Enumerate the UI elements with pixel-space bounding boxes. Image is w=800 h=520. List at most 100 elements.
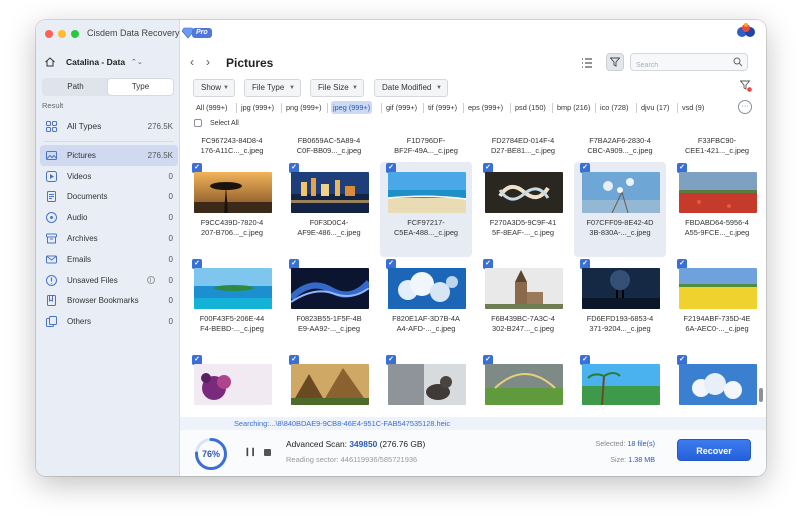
file-tile[interactable]: ✓ F0823B55-1F5F-4B E9-AA92-..._c.jpeg — [283, 258, 375, 353]
file-name-line1: FD2784ED-014F-4 — [491, 136, 555, 145]
file-name-line1: F00F43F5-206E-44 — [199, 314, 265, 323]
file-tile[interactable]: ✓ F270A3D5-9C9F-41 5F-8EAF-..._c.jpeg — [477, 162, 569, 257]
divider — [552, 103, 553, 113]
sidebar-item-label: Others — [67, 317, 92, 327]
file-name-line1: F0F3D0C4- — [309, 218, 349, 227]
file-size-dropdown[interactable]: File Size ▼ — [310, 79, 364, 97]
segment-type[interactable]: Type — [108, 79, 173, 95]
file-name-line2: AF9E-486..._c.jpeg — [297, 228, 361, 237]
sidebar-item-unsaved-files[interactable]: Unsaved Files i 0 — [40, 270, 178, 291]
ext-bmp[interactable]: bmp (216) — [555, 101, 592, 114]
app-window: Cisdem Data Recovery Catalina - Data ⌃⌄ … — [36, 20, 766, 476]
ext-all[interactable]: All (999+) — [194, 101, 229, 114]
more-extensions-button[interactable]: ··· — [738, 100, 752, 114]
sidebar-item-emails[interactable]: Emails 0 — [40, 249, 178, 270]
file-name-line2: 302-B247..._c.jpeg — [491, 324, 555, 333]
sidebar-item-all-types[interactable]: All Types 276.5K — [40, 115, 178, 137]
grid-scrollbar[interactable] — [759, 132, 764, 414]
selected-value: 18 file(s) — [627, 439, 655, 448]
scan-count: 349850 — [349, 439, 378, 449]
sidebar-item-label: Archives — [67, 234, 98, 244]
ext-jpg[interactable]: jpg (999+) — [239, 101, 276, 114]
file-tile[interactable]: F7BA2AF6-2830-4 CBC-A909..._c.jpeg — [574, 136, 666, 158]
reading-sector: Reading sector: 446119936/585721936 — [286, 455, 418, 464]
sidebar-item-label: All Types — [67, 121, 102, 131]
ext-djvu[interactable]: djvu (17) — [639, 101, 671, 114]
file-name-line2: CEE1-421..._c.jpeg — [684, 146, 750, 155]
file-tile[interactable]: ✓ F6B439BC-7A3C-4 302-B247..._c.jpeg — [477, 258, 569, 353]
file-tile[interactable]: FC967243-84D8-4 176-A11C..._c.jpeg — [186, 136, 278, 158]
sidebar-item-label: Emails — [67, 254, 92, 264]
zoom-window-button[interactable] — [71, 30, 79, 38]
forward-arrow-icon[interactable]: › — [206, 55, 210, 69]
file-name-line2: A4-AFD-..._c.jpeg — [396, 324, 456, 333]
file-tile[interactable]: ✓ FBDABD64-5956-4 A55-9FCE..._c.jpeg — [671, 162, 763, 257]
sidebar-item-archives[interactable]: Archives 0 — [40, 228, 178, 249]
document-icon — [46, 191, 57, 203]
file-tile[interactable]: FB0659AC-5A89-4 C0F-BB09..._c.jpeg — [283, 136, 375, 158]
show-dropdown[interactable]: Show ▼ — [193, 79, 235, 97]
list-view-icon[interactable] — [580, 56, 594, 70]
segment-path[interactable]: Path — [43, 79, 108, 95]
file-tile[interactable]: F1D796DF- BF2F-49A..._c.jpeg — [380, 136, 472, 158]
search-input[interactable] — [631, 57, 726, 74]
ext-png[interactable]: png (999+) — [284, 101, 324, 114]
file-name-line1: FB0659AC-5A89-4 — [297, 136, 361, 145]
file-tile[interactable]: ✓ — [477, 354, 569, 414]
sidebar-item-count: 0 — [168, 254, 173, 264]
file-tile[interactable]: ✓ — [283, 354, 375, 414]
file-tile[interactable]: F33FBC90- CEE1-421..._c.jpeg — [671, 136, 763, 158]
ext-tif[interactable]: tif (999+) — [426, 101, 459, 114]
stop-button[interactable] — [264, 449, 271, 456]
drive-selector[interactable]: Catalina - Data ⌃⌄ — [44, 54, 174, 70]
dropdown-label: Date Modified — [382, 83, 432, 92]
file-tile[interactable]: ✓ FD6EFD193-6853-4 371-9204..._c.jpeg — [574, 258, 666, 353]
sidebar-item-label: Videos — [67, 171, 92, 181]
scan-prefix: Advanced Scan: — [286, 439, 350, 449]
file-tile[interactable]: ✓ F0F3D0C4- AF9E-486..._c.jpeg — [283, 162, 375, 257]
recover-button[interactable]: Recover — [677, 439, 751, 461]
file-tile[interactable]: ✓ — [380, 354, 472, 414]
info-icon[interactable]: i — [146, 276, 155, 285]
file-tile[interactable]: ✓ — [671, 354, 763, 414]
file-tile[interactable]: ✓ — [574, 354, 666, 414]
file-tile[interactable]: ✓ F07CFF09-8E42-4D 3B-830A-..._c.jpeg — [574, 162, 666, 257]
email-icon — [46, 254, 57, 265]
file-tile[interactable]: ✓ — [186, 354, 278, 414]
back-arrow-icon[interactable]: ‹ — [190, 55, 194, 69]
file-name-line1: F9CC439D-7820-4 — [200, 218, 264, 227]
file-tile[interactable]: ✓ F820E1AF-3D7B-4A A4-AFD-..._c.jpeg — [380, 258, 472, 353]
sidebar-item-label: Browser Bookmarks — [67, 296, 139, 306]
sidebar-item-audio[interactable]: Audio 0 — [40, 207, 178, 228]
close-window-button[interactable] — [45, 30, 53, 38]
clear-filter-icon[interactable] — [740, 80, 752, 92]
sidebar-item-browser-bookmarks[interactable]: Browser Bookmarks 0 — [40, 291, 178, 312]
scan-progress-ring: 76% — [194, 437, 228, 471]
minimize-window-button[interactable] — [58, 30, 66, 38]
sidebar-item-pictures[interactable]: Pictures 276.5K — [40, 145, 178, 166]
select-all-checkbox[interactable]: Select All — [194, 119, 239, 127]
file-tile[interactable]: ✓ F00F43F5-206E-44 F4-BEBD-..._c.jpeg — [186, 258, 278, 353]
file-tile[interactable]: ✓ F2194ABF-735D-4E 6A-AEC0-..._c.jpeg — [671, 258, 763, 353]
ext-gif[interactable]: gif (999+) — [384, 101, 419, 114]
ext-psd[interactable]: psd (150) — [513, 101, 548, 114]
file-tile[interactable]: ✓ F9CC439D-7820-4 207-B706..._c.jpeg — [186, 162, 278, 257]
divider — [327, 103, 328, 113]
sidebar-item-documents[interactable]: Documents 0 — [40, 187, 178, 208]
ext-vsd[interactable]: vsd (9) — [680, 101, 706, 114]
audio-icon — [46, 212, 57, 224]
filter-toggle-button[interactable] — [606, 53, 624, 71]
sidebar-item-others[interactable]: Others 0 — [40, 311, 178, 332]
scrollbar-thumb[interactable] — [759, 388, 763, 402]
pause-button[interactable]: ❙❙ — [244, 447, 256, 456]
ext-ico[interactable]: ico (728) — [598, 101, 630, 114]
date-modified-dropdown[interactable]: Date Modified ▼ — [374, 79, 448, 97]
sidebar-item-videos[interactable]: Videos 0 — [40, 166, 178, 187]
file-tile[interactable]: ✓ FCF97217- C5EA-488..._c.jpeg — [380, 162, 472, 257]
ext-jpeg[interactable]: jpeg (999+) — [331, 101, 373, 114]
file-type-dropdown[interactable]: File Type ▼ — [244, 79, 301, 97]
file-tile[interactable]: FD2784ED-014F-4 D27-BE81..._c.jpeg — [477, 136, 569, 158]
type-nav: All Types 276.5K Pictures 276.5K Videos … — [40, 115, 178, 332]
thumbnail-image — [679, 364, 757, 405]
ext-eps[interactable]: eps (999+) — [466, 101, 505, 114]
